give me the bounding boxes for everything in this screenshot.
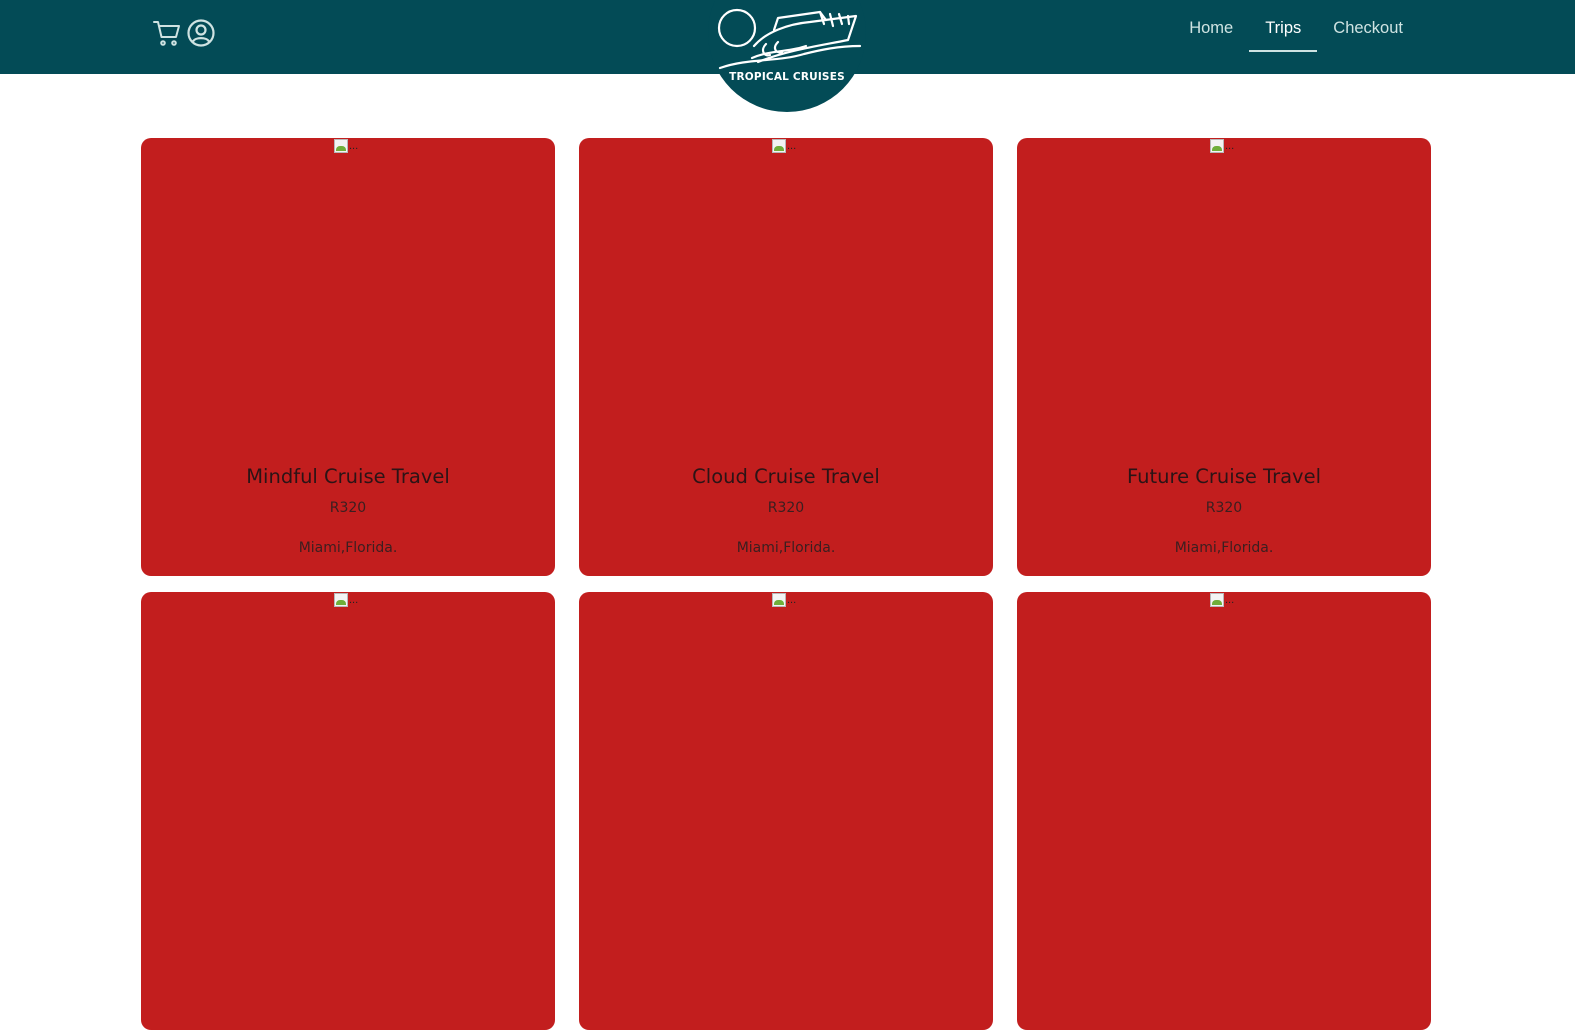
trip-location: Miami,Florida. (298, 540, 398, 556)
cart-icon (153, 21, 180, 46)
trip-image: ... (772, 593, 796, 607)
trip-image-alt: ... (349, 140, 359, 152)
nav-link-home[interactable]: Home (1173, 0, 1249, 50)
broken-image-icon (772, 139, 786, 153)
trip-card[interactable]: ... (141, 592, 555, 1030)
trip-card[interactable]: ... (579, 592, 993, 1030)
trip-card[interactable]: ... Cloud Cruise Travel R320 Miami,Flori… (579, 138, 993, 576)
broken-image-icon (1210, 593, 1224, 607)
user-icon (187, 19, 215, 47)
trip-image-alt: ... (787, 594, 797, 606)
trip-title: Cloud Cruise Travel (692, 465, 880, 488)
cruise-ship-icon (717, 8, 862, 70)
account-button[interactable] (186, 17, 216, 49)
trip-title: Mindful Cruise Travel (246, 465, 450, 488)
trip-image-alt: ... (1225, 140, 1235, 152)
trip-image: ... (1210, 593, 1234, 607)
trip-location: Miami,Florida. (736, 540, 836, 556)
trip-image-alt: ... (787, 140, 797, 152)
trip-title: Future Cruise Travel (1126, 465, 1322, 488)
cart-button[interactable] (152, 17, 182, 49)
trip-price: R320 (767, 500, 805, 516)
trip-price: R320 (1205, 500, 1243, 516)
broken-image-icon (1210, 139, 1224, 153)
trip-grid: ... Mindful Cruise Travel R320 Miami,Flo… (141, 138, 1433, 1030)
header-icons (152, 17, 216, 49)
nav-link-checkout[interactable]: Checkout (1317, 0, 1419, 50)
broken-image-icon (334, 593, 348, 607)
trip-image-alt: ... (1225, 594, 1235, 606)
logo-text: TROPICAL CRUISES (729, 71, 845, 83)
trip-card[interactable]: ... Future Cruise Travel R320 Miami,Flor… (1017, 138, 1431, 576)
trip-price: R320 (329, 500, 367, 516)
trip-image: ... (1210, 139, 1234, 153)
trip-image: ... (772, 139, 796, 153)
brand-logo[interactable]: TROPICAL CRUISES (708, 0, 866, 112)
broken-image-icon (334, 139, 348, 153)
main-nav: Home Trips Checkout (1173, 0, 1419, 74)
navbar: TROPICAL CRUISES Home Trips Checkout (0, 0, 1575, 112)
trip-card[interactable]: ... Mindful Cruise Travel R320 Miami,Flo… (141, 138, 555, 576)
trip-location: Miami,Florida. (1174, 540, 1274, 556)
trip-card[interactable]: ... (1017, 592, 1431, 1030)
trip-image: ... (334, 593, 358, 607)
trip-image: ... (334, 139, 358, 153)
trip-image-alt: ... (349, 594, 359, 606)
nav-link-trips[interactable]: Trips (1249, 0, 1318, 52)
broken-image-icon (772, 593, 786, 607)
